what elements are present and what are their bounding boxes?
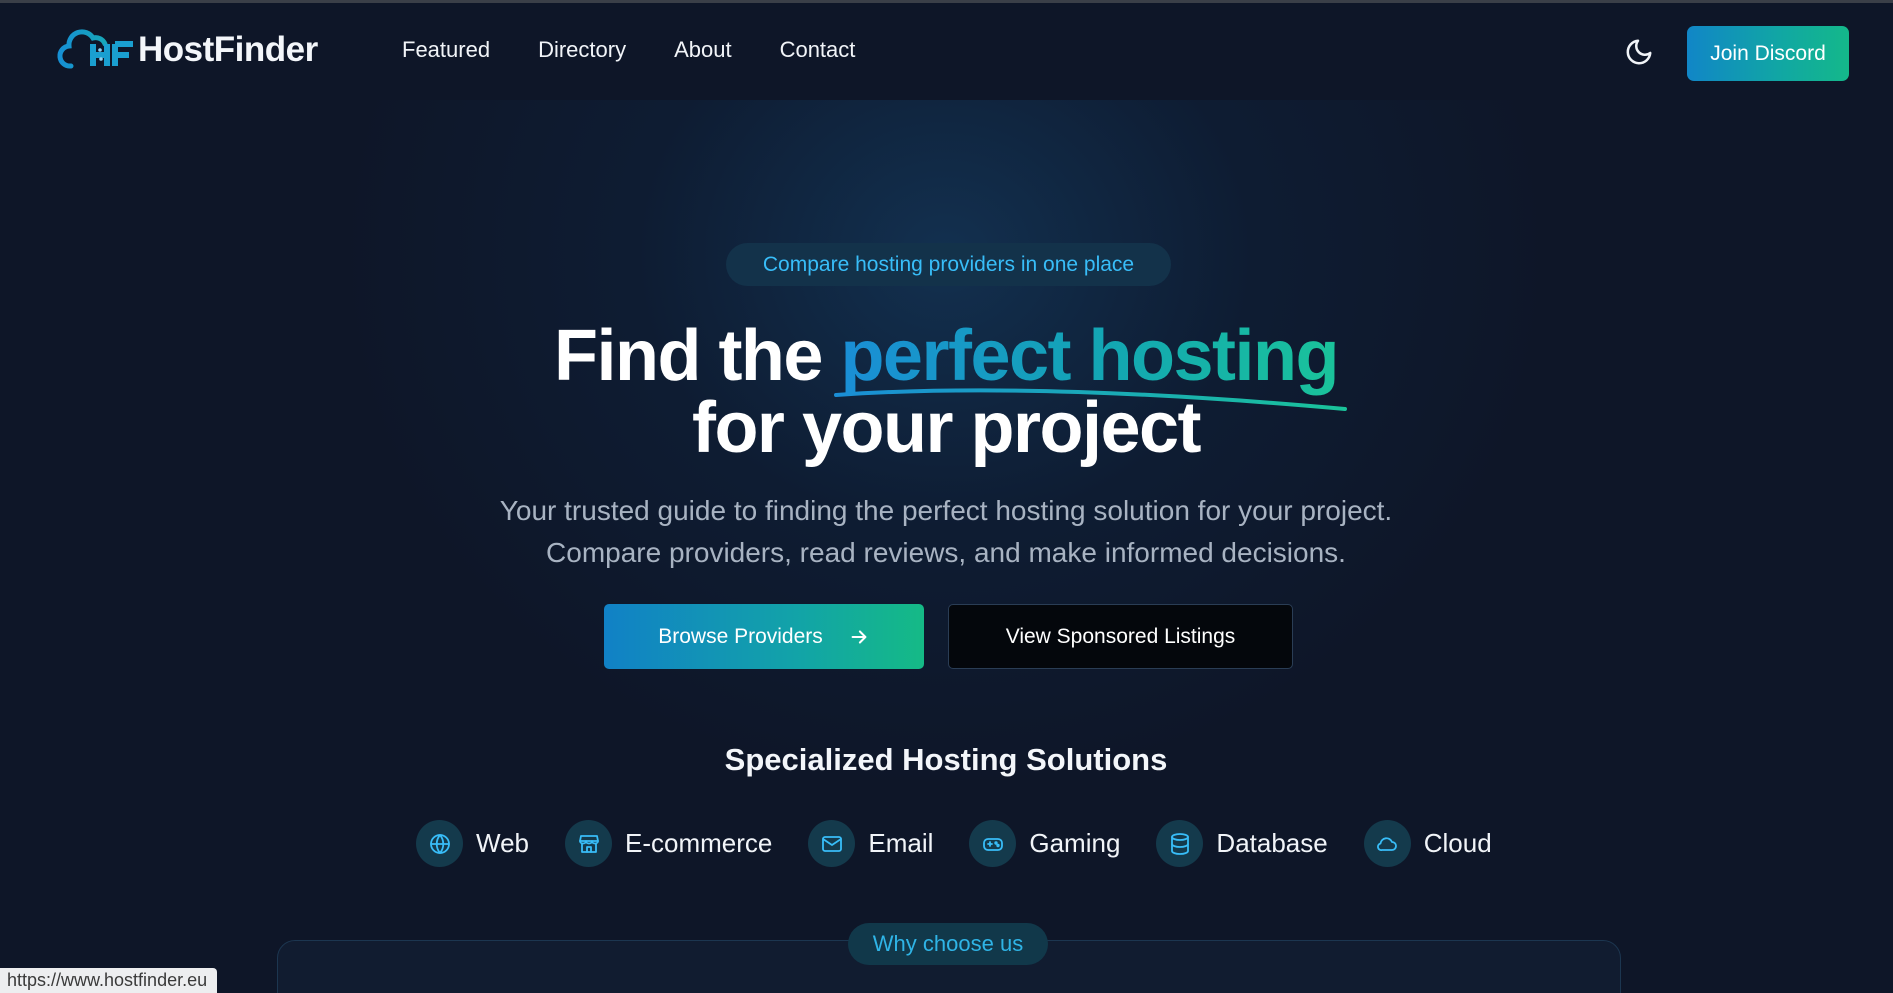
mail-icon [821,835,842,852]
hero-subtitle: Your trusted guide to finding the perfec… [346,490,1546,574]
category-cloud[interactable]: Cloud [1363,820,1492,867]
globe-icon [429,833,450,854]
category-web[interactable]: Web [416,820,529,867]
browse-providers-label: Browse Providers [658,624,823,648]
nav-link-directory[interactable]: Directory [538,37,626,63]
headline-start: Find the [554,316,841,396]
category-icon-badge [416,820,463,867]
category-label: Web [476,828,529,858]
nav-link-featured[interactable]: Featured [402,37,490,63]
category-gaming[interactable]: Gaming [969,820,1120,867]
cloud-icon [1377,836,1398,851]
store-icon [578,834,599,853]
category-label: E-commerce [625,828,773,858]
subtitle-line-2: Compare providers, read reviews, and mak… [546,537,1346,568]
category-label: Gaming [1029,828,1121,858]
view-sponsored-listings-button[interactable]: View Sponsored Listings [948,604,1293,669]
top-navigation: HostFinder Featured Directory About Cont… [0,3,1893,99]
hero-tag-pill: Compare hosting providers in one place [726,243,1171,286]
join-discord-button[interactable]: Join Discord [1687,26,1849,81]
category-icon-badge [565,820,612,867]
brand-name: HostFinder [138,30,318,69]
browse-providers-button[interactable]: Browse Providers [604,604,924,669]
category-icon-badge [969,820,1017,867]
cloud-hf-logo-icon [57,29,133,69]
category-email[interactable]: Email [808,820,933,867]
category-database[interactable]: Database [1156,820,1328,867]
subtitle-line-1: Your trusted guide to finding the perfec… [499,495,1393,526]
solutions-title: Specialized Hosting Solutions [724,742,1168,777]
headline-underline-swoosh [834,388,1347,411]
category-icon-badge [1363,820,1411,867]
database-icon [1171,832,1189,855]
category-label: Email [868,828,934,858]
category-list: Web E-commerce Email Gaming Database Clo… [416,820,1528,867]
category-icon-badge [808,820,856,867]
category-label: Cloud [1423,828,1492,858]
moon-icon [1626,39,1652,65]
category-ecommerce[interactable]: E-commerce [565,820,772,867]
brand-logo[interactable]: HostFinder [57,25,318,75]
arrow-right-icon [851,629,867,644]
nav-link-contact[interactable]: Contact [780,37,856,63]
main-menu: Featured Directory About Contact [402,37,903,63]
nav-link-about[interactable]: About [674,37,732,63]
browser-status-url: https://www.hostfinder.eu [0,968,218,993]
gamepad-icon [982,837,1003,851]
category-label: Database [1216,828,1328,858]
theme-toggle-button[interactable] [1624,37,1654,67]
why-choose-us-pill: Why choose us [848,923,1048,965]
category-icon-badge [1156,820,1204,867]
